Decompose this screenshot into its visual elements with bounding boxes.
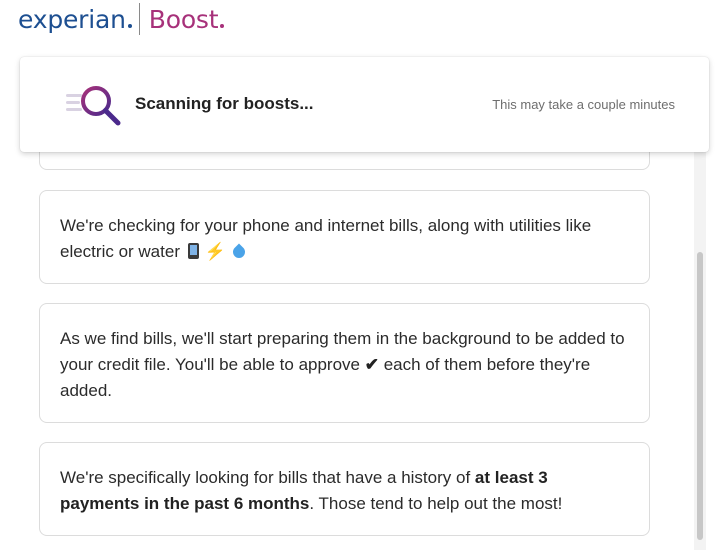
info-card-text: We're specifically looking for bills tha…	[60, 465, 629, 517]
info-card-text-part: We're specifically looking for bills tha…	[60, 468, 471, 487]
info-card-text: As we find bills, we'll start preparing …	[60, 326, 629, 404]
info-card-bills-checking: We're checking for your phone and intern…	[39, 190, 650, 284]
scanning-title: Scanning for boosts...	[135, 94, 314, 113]
logo-divider	[138, 3, 140, 35]
info-card-text-line: We're checking for your phone and intern…	[60, 216, 592, 235]
logo-experian-text: experian	[18, 4, 126, 34]
page: experian Boost We're checking for your p…	[0, 0, 720, 560]
logo-boost-text: Boost	[148, 4, 219, 34]
scanning-status-card: Scanning for boosts... This may take a c…	[20, 57, 709, 152]
info-card-list[interactable]: We're checking for your phone and intern…	[0, 120, 720, 560]
scanning-subtitle: This may take a couple minutes	[492, 97, 675, 112]
check-mark-icon: ✔	[364, 355, 379, 374]
magnifier-icon	[66, 86, 121, 126]
experian-boost-logo: experian Boost	[18, 2, 225, 36]
lightning-icon: ⚡	[204, 242, 226, 261]
info-card-payment-history: We're specifically looking for bills tha…	[39, 442, 650, 536]
water-drop-icon	[230, 243, 248, 261]
info-card-preparing-bills: As we find bills, we'll start preparing …	[39, 303, 650, 423]
scrollbar-thumb[interactable]	[697, 252, 703, 540]
mobile-phone-icon	[187, 243, 199, 259]
info-card-text: We're checking for your phone and intern…	[60, 213, 629, 265]
logo-dot-boost	[220, 24, 225, 28]
logo-dot	[127, 24, 132, 28]
info-card-text-part: . Those tend to help out the most!	[309, 494, 563, 513]
info-card-text-line: electric or water	[60, 242, 180, 261]
